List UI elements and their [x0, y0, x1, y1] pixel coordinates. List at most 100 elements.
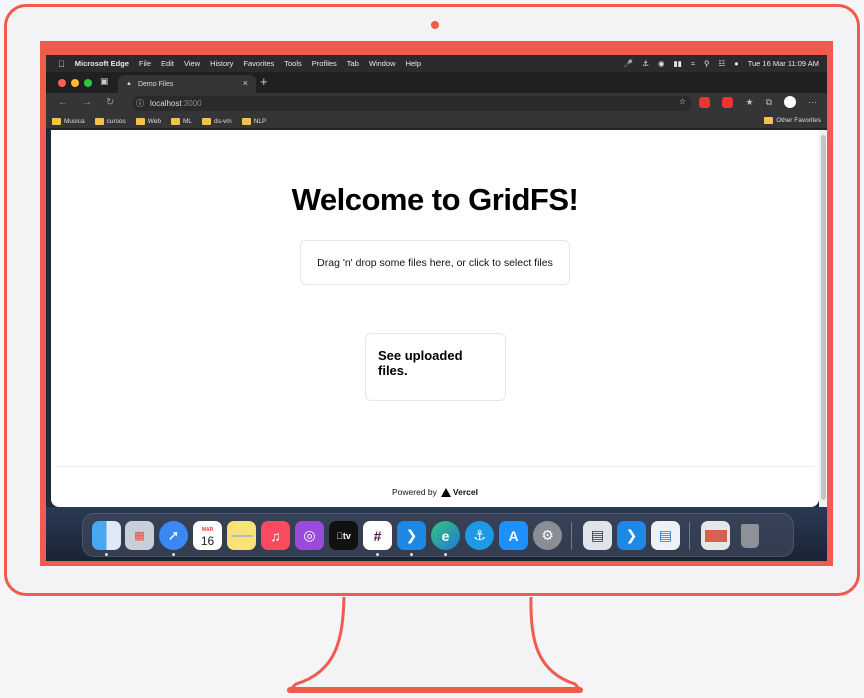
trash-icon[interactable]	[735, 521, 764, 550]
extension-pdf-icon[interactable]	[722, 96, 734, 108]
tab-strip: ▣ ▲ Demo Files × +	[46, 72, 827, 93]
new-tab-button[interactable]: +	[260, 74, 268, 89]
window-zoom-button[interactable]	[84, 79, 92, 87]
menu-tab[interactable]: Tab	[347, 59, 359, 68]
app-store-icon[interactable]: A	[499, 521, 528, 550]
vscode-icon[interactable]: ❯	[397, 521, 426, 550]
safari-icon[interactable]: ➚	[159, 521, 188, 550]
bookmark-label: ML	[183, 117, 193, 125]
address-bar[interactable]: ⓘ localhost:3000 ☆	[132, 96, 692, 111]
menu-edit[interactable]: Edit	[161, 59, 174, 68]
add-favorite-icon[interactable]: ☆	[679, 97, 686, 106]
tab-title: Demo Files	[137, 80, 174, 88]
running-indicator	[376, 553, 379, 556]
illustration-stage:  Microsoft Edge File Edit View History …	[0, 0, 864, 698]
tab-demo-files[interactable]: ▲ Demo Files ×	[118, 75, 256, 93]
scrollbar-thumb[interactable]	[821, 135, 826, 500]
bookmark-folder-musica[interactable]: Musica	[52, 117, 85, 125]
tv-label: tv	[339, 530, 351, 541]
bookmark-folder-nlp[interactable]: NLP	[241, 117, 267, 125]
finder-icon[interactable]	[92, 521, 121, 550]
more-menu-icon[interactable]: ···	[808, 97, 817, 107]
extension-record-icon[interactable]	[699, 96, 711, 108]
page-title: Welcome to GridFS!	[291, 182, 579, 217]
spotlight-search-icon[interactable]: ⚲	[704, 59, 710, 68]
refresh-icon[interactable]: ↻	[106, 97, 114, 108]
profile-avatar[interactable]	[784, 96, 796, 108]
control-center-icon[interactable]: ☷	[718, 59, 725, 68]
menu-profiles[interactable]: Profiles	[312, 59, 337, 68]
collections-icon[interactable]: ⧉	[766, 97, 772, 108]
menu-clock[interactable]: Tue 16 Mar 11:09 AM	[748, 59, 819, 68]
edge-icon[interactable]: e	[431, 521, 460, 550]
bookmark-folder-ds-vm[interactable]: ds-vm	[202, 117, 232, 125]
desktop-wallpaper: ▦ ➚ MAR 16 ♫ ◎ tv # ❯ e ⚓ A ⚙	[46, 507, 827, 561]
launchpad-icon[interactable]: ▦	[125, 521, 154, 550]
forward-icon[interactable]: →	[82, 97, 92, 108]
status-area: 🎤 ⚓ ◉ ▮▮ ≈ ⚲ ☷ ● Tue 16 Mar 11:09 AM	[624, 55, 819, 72]
folder-icon	[135, 117, 145, 125]
bookmark-label: cursos	[106, 117, 126, 125]
bookmark-folder-cursos[interactable]: cursos	[94, 117, 126, 125]
calendar-icon[interactable]: MAR 16	[193, 521, 222, 550]
menu-help[interactable]: Help	[406, 59, 421, 68]
window-close-button[interactable]	[58, 79, 66, 87]
tab-close-icon[interactable]: ×	[243, 78, 248, 88]
siri-icon[interactable]: ●	[734, 59, 739, 68]
folder-icon	[764, 117, 774, 124]
back-icon[interactable]: ←	[58, 97, 68, 108]
footer: Powered by Vercel	[51, 487, 819, 497]
menu-favorites[interactable]: Favorites	[243, 59, 274, 68]
uploaded-files-link[interactable]: See uploaded files.	[365, 333, 506, 401]
system-preferences-icon[interactable]: ⚙	[533, 521, 562, 550]
slack-icon[interactable]: #	[363, 521, 392, 550]
folder-icon	[94, 117, 104, 125]
tab-actions-icon[interactable]: ▣	[100, 76, 109, 87]
menu-bar:  Microsoft Edge File Edit View History …	[46, 55, 827, 72]
wifi-icon[interactable]: ≈	[691, 59, 695, 68]
window-minimize-button[interactable]	[71, 79, 79, 87]
menu-view[interactable]: View	[184, 59, 200, 68]
folder-icon[interactable]	[701, 521, 730, 550]
tv-icon[interactable]: tv	[329, 521, 358, 550]
apple-icon[interactable]: 	[58, 59, 65, 69]
docker-status-icon[interactable]: ⚓	[642, 59, 649, 68]
other-favorites-label: Other Favorites	[776, 117, 821, 124]
menu-file[interactable]: File	[139, 59, 151, 68]
file-dropzone[interactable]: Drag 'n' drop some files here, or click …	[300, 240, 570, 285]
battery-icon[interactable]: ▮▮	[674, 59, 682, 68]
dock-separator	[689, 522, 690, 550]
dock: ▦ ➚ MAR 16 ♫ ◎ tv # ❯ e ⚓ A ⚙	[82, 513, 794, 557]
bookmark-label: ds-vm	[214, 117, 232, 125]
footer-prefix: Powered by	[392, 487, 437, 497]
vscode-icon[interactable]: ❯	[617, 521, 646, 550]
other-favorites[interactable]: Other Favorites	[764, 117, 821, 124]
running-indicator	[105, 553, 108, 556]
menu-tools[interactable]: Tools	[284, 59, 302, 68]
folder-icon	[171, 117, 180, 125]
toolbar: ← → ↻ ⓘ localhost:3000 ☆ ★ ⧉ ···	[46, 93, 827, 114]
bookmark-label: Musica	[64, 117, 85, 125]
calendar-day: 16	[200, 533, 215, 548]
music-icon[interactable]: ♫	[261, 521, 290, 550]
bookmark-label: NLP	[253, 117, 267, 125]
favorites-icon[interactable]: ★	[745, 97, 753, 108]
bookmark-folder-ml[interactable]: ML	[171, 117, 193, 125]
notes-icon[interactable]	[227, 521, 256, 550]
footer-divider	[56, 466, 814, 467]
microphone-icon[interactable]: 🎤	[624, 59, 633, 68]
preview-icon[interactable]: ▤	[583, 521, 612, 550]
menu-window[interactable]: Window	[369, 59, 396, 68]
record-icon[interactable]: ◉	[658, 59, 665, 68]
dropzone-text: Drag 'n' drop some files here, or click …	[317, 256, 553, 269]
vercel-link[interactable]: Vercel	[440, 487, 478, 497]
keynote-icon[interactable]: ▤	[651, 521, 680, 550]
docker-icon[interactable]: ⚓	[465, 521, 494, 550]
menu-app-name[interactable]: Microsoft Edge	[75, 59, 129, 68]
info-icon[interactable]: ⓘ	[136, 98, 144, 109]
favorites-bar: Musica cursos Web ML ds-vm NLP Other Fav…	[46, 114, 827, 129]
running-indicator	[444, 553, 447, 556]
podcasts-icon[interactable]: ◎	[295, 521, 324, 550]
bookmark-folder-web[interactable]: Web	[135, 117, 161, 125]
menu-history[interactable]: History	[210, 59, 233, 68]
